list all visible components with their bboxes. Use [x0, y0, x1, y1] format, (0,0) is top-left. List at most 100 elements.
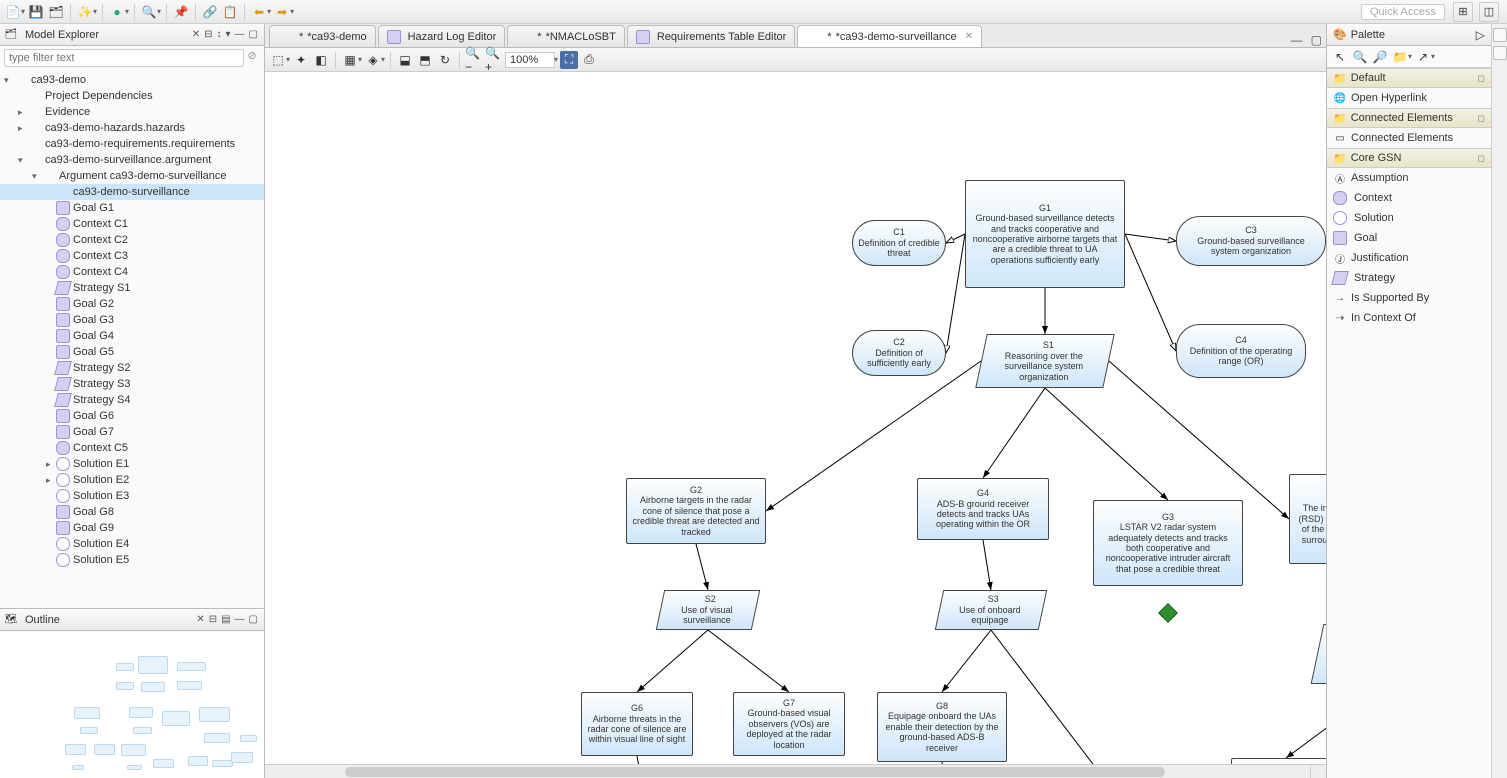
new-icon[interactable]: 📄 [4, 3, 22, 21]
layout-icon[interactable]: ✦ [292, 51, 310, 69]
tree-item[interactable]: ▾ca93-demo-surveillance.argument [0, 152, 264, 168]
gsn-ctx-node[interactable]: C4Definition of the operating range (OR) [1176, 324, 1306, 378]
palette-item[interactable]: Strategy [1327, 268, 1491, 288]
tree-item[interactable]: Goal G2 [0, 296, 264, 312]
project-tree[interactable]: ▾ca93-demoProject Dependencies▸Evidence▸… [0, 70, 264, 608]
search-icon[interactable]: 🔍 [140, 3, 158, 21]
gsn-goal-node[interactable]: G3LSTAR V2 radar system adequately detec… [1093, 500, 1243, 586]
editor-max-icon[interactable]: ▢ [1311, 33, 1322, 47]
outline-max-icon[interactable]: ▢ [249, 614, 258, 625]
tree-item[interactable]: ▸Evidence [0, 104, 264, 120]
palette-section[interactable]: 📁Core GSN◻ [1327, 148, 1491, 168]
save-all-icon[interactable]: 🗂 [47, 3, 65, 21]
editor-tab[interactable]: Requirements Table Editor [627, 25, 795, 47]
run-icon[interactable]: ● [108, 3, 126, 21]
tree-item[interactable]: Context C3 [0, 248, 264, 264]
tree-item[interactable]: Context C4 [0, 264, 264, 280]
gsn-strat-node[interactable]: S4Show that the RSD provides the informa… [1311, 624, 1326, 684]
gsn-strat-node[interactable]: S3Use of onboard equipage [935, 590, 1048, 630]
palette-item[interactable]: Solution [1327, 208, 1491, 228]
outline-mode2-icon[interactable]: ▤ [221, 614, 230, 625]
palette-item[interactable]: ⒿJustification [1327, 248, 1491, 268]
perspective-icon[interactable]: ⊞ [1453, 2, 1473, 22]
editor-min-icon[interactable]: — [1291, 33, 1303, 47]
pointer-tool-icon[interactable]: ↖ [1331, 48, 1349, 66]
fold-icon[interactable]: ◻ [1478, 113, 1485, 124]
layer-icon[interactable]: ⬒ [416, 51, 434, 69]
link-editor-icon[interactable]: ↕ [217, 29, 222, 40]
palette-item[interactable]: Goal [1327, 228, 1491, 248]
editor-tab[interactable]: Hazard Log Editor [378, 25, 506, 47]
gsn-goal-node[interactable]: G5The integrated range safety display (R… [1289, 474, 1326, 564]
editor-tab[interactable]: **ca93-demo [269, 25, 376, 47]
gsn-strat-node[interactable]: S1Reasoning over the surveillance system… [975, 334, 1114, 388]
palette-item[interactable]: ⒶAssumption [1327, 168, 1491, 188]
zoom-field[interactable]: 100% [505, 52, 555, 68]
editor-tab[interactable]: **NMACLoSBT [507, 25, 625, 47]
tree-item[interactable]: Goal G1 [0, 200, 264, 216]
export-icon[interactable]: ⎙ [580, 51, 598, 69]
tree-item[interactable]: Goal G9 [0, 520, 264, 536]
filter-input[interactable] [4, 49, 244, 67]
tree-item[interactable]: Solution E4 [0, 536, 264, 552]
tree-item[interactable]: Strategy S4 [0, 392, 264, 408]
close-view-icon[interactable]: ✕ [192, 29, 200, 40]
outline-mode1-icon[interactable]: ⊟ [209, 614, 217, 625]
snap-icon[interactable]: ◈ [364, 51, 382, 69]
tree-item[interactable]: Solution E5 [0, 552, 264, 568]
marquee-zoom-icon[interactable]: 🔍 [1351, 48, 1369, 66]
gsn-goal-node[interactable]: G4ADS-B ground receiver detects and trac… [917, 478, 1049, 540]
collapse-icon[interactable]: ⊟ [204, 29, 212, 40]
note-tool-icon[interactable]: 📁 [1391, 48, 1409, 66]
view-menu-icon[interactable]: ▾ [226, 29, 231, 40]
palette-item[interactable]: 🌐Open Hyperlink [1327, 88, 1491, 108]
fold-icon[interactable]: ◻ [1478, 153, 1485, 164]
gsn-ctx-node[interactable]: C3Ground-based surveillance system organ… [1176, 216, 1326, 266]
tree-item[interactable]: ▾ca93-demo [0, 72, 264, 88]
palette-collapse-icon[interactable]: ▷ [1476, 28, 1485, 42]
magic-icon[interactable]: ✨ [76, 3, 94, 21]
tree-item[interactable]: Goal G7 [0, 424, 264, 440]
pin-icon[interactable]: 📌 [172, 3, 190, 21]
tree-item[interactable]: Strategy S3 [0, 376, 264, 392]
gsn-ctx-node[interactable]: C2Definition of sufficiently early [852, 330, 946, 376]
palette-item[interactable]: ▭Connected Elements [1327, 128, 1491, 148]
tree-item[interactable]: ▸Solution E2 [0, 472, 264, 488]
gsn-strat-node[interactable]: S2Use of visual surveillance [656, 590, 761, 630]
align-icon[interactable]: ◧ [312, 51, 330, 69]
link-icon[interactable]: 🔗 [201, 3, 219, 21]
tree-item[interactable]: Strategy S1 [0, 280, 264, 296]
zoom-in-icon[interactable]: 🔍+ [485, 51, 503, 69]
doc-icon[interactable]: 📋 [221, 3, 239, 21]
line-tool-icon[interactable]: ↗ [1414, 48, 1432, 66]
forward-icon[interactable]: ➡ [273, 3, 291, 21]
gsn-goal-node[interactable]: G6Airborne threats in the radar cone of … [581, 692, 693, 756]
tree-item[interactable]: ▸ca93-demo-hazards.hazards [0, 120, 264, 136]
quick-access-field[interactable]: Quick Access [1361, 4, 1445, 20]
gsn-goal-node[interactable]: G8Equipage onboard the UAs enable their … [877, 692, 1007, 762]
gutter-view1-icon[interactable] [1493, 28, 1507, 42]
tree-item[interactable]: Context C1 [0, 216, 264, 232]
apply-icon[interactable]: ⬓ [396, 51, 414, 69]
gutter-view2-icon[interactable] [1493, 46, 1507, 60]
palette-section[interactable]: 📁Connected Elements◻ [1327, 108, 1491, 128]
palette-item[interactable]: →Is Supported By [1327, 288, 1491, 308]
diagram-canvas[interactable]: G1Ground-based surveillance detects and … [265, 72, 1326, 778]
maximize-icon[interactable]: ▢ [249, 29, 258, 40]
grid-icon[interactable]: ▦ [341, 51, 359, 69]
palette-item[interactable]: Context [1327, 188, 1491, 208]
tree-item[interactable]: Project Dependencies [0, 88, 264, 104]
palette-item[interactable]: ⇢In Context Of [1327, 308, 1491, 328]
tree-item[interactable]: Context C2 [0, 232, 264, 248]
editor-tab[interactable]: **ca93-demo-surveillance✕ [797, 25, 982, 47]
perspective-alt-icon[interactable]: ◫ [1479, 2, 1499, 22]
zoom-out-icon[interactable]: 🔍− [465, 51, 483, 69]
palette-section[interactable]: 📁Default◻ [1327, 68, 1491, 88]
tree-item[interactable]: Goal G5 [0, 344, 264, 360]
tree-item[interactable]: Goal G8 [0, 504, 264, 520]
fold-icon[interactable]: ◻ [1478, 73, 1485, 84]
tree-item[interactable]: Strategy S2 [0, 360, 264, 376]
gsn-goal-node[interactable]: G7Ground-based visual observers (VOs) ar… [733, 692, 845, 756]
gsn-ctx-node[interactable]: C1Definition of credible threat [852, 220, 946, 266]
refresh-icon[interactable]: ↻ [436, 51, 454, 69]
